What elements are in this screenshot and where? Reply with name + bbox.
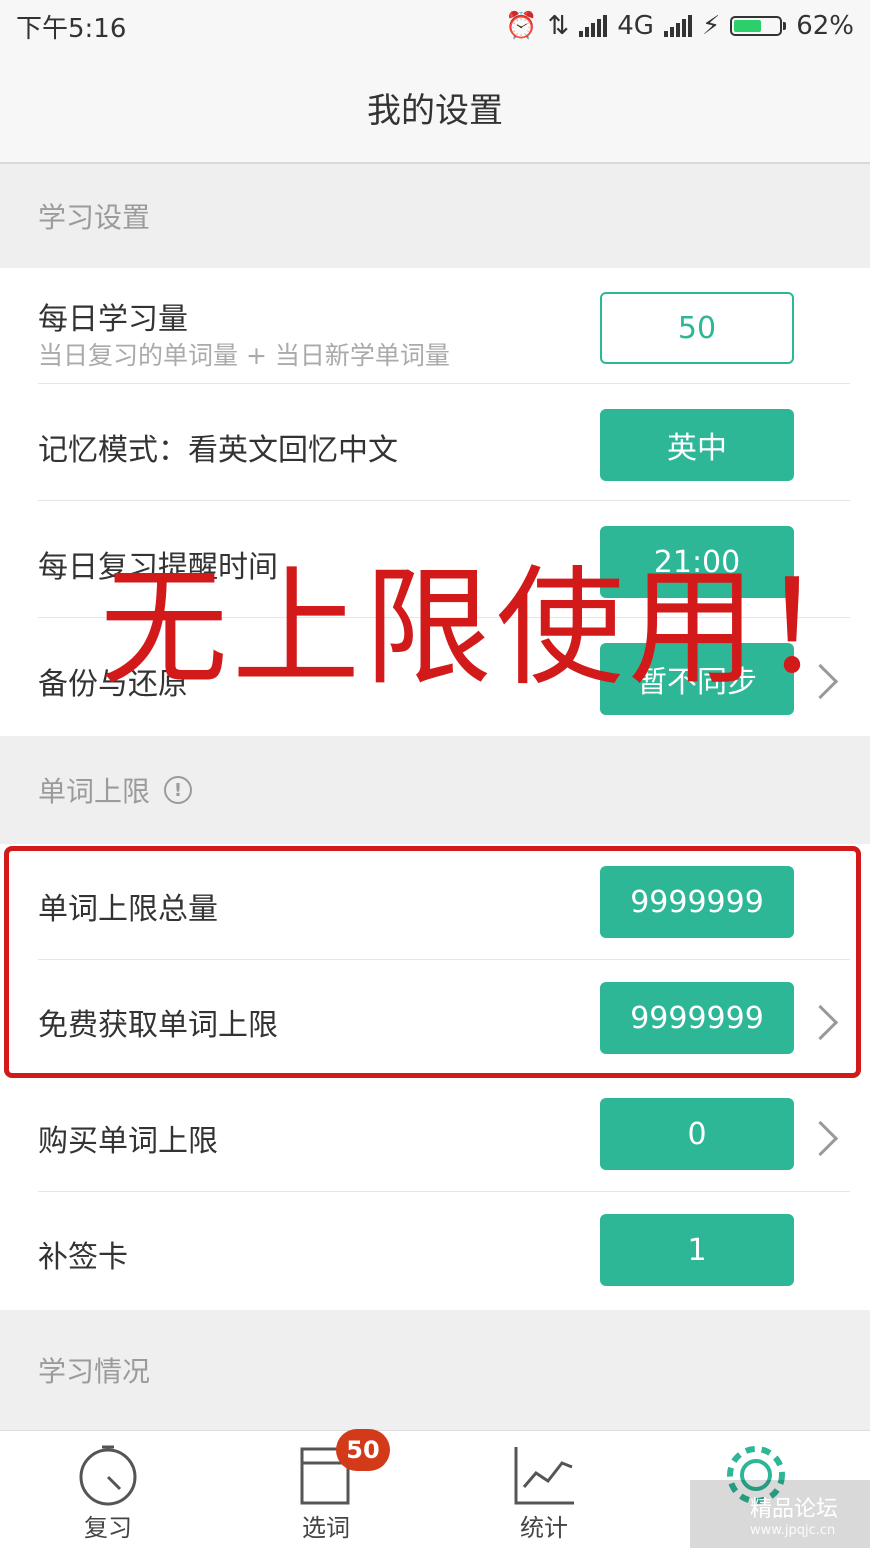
- tab-select-words[interactable]: 50 选词: [256, 1429, 396, 1549]
- limit-buy-label: 购买单词上限: [38, 1124, 218, 1159]
- daily-amount-input[interactable]: 50: [600, 292, 794, 364]
- section-title-study-status: 学习情况: [38, 1355, 151, 1388]
- chart-line-icon: [514, 1447, 574, 1505]
- signal-icon-2: [663, 15, 692, 37]
- tab-label: 统计: [520, 1514, 568, 1542]
- divider: [38, 383, 850, 384]
- row-memory-mode[interactable]: 记忆模式：看英文回忆中文 英中: [0, 385, 870, 501]
- row-makeup-card[interactable]: 补签卡 1: [0, 1192, 870, 1308]
- daily-amount-label: 每日学习量: [38, 302, 188, 337]
- watermark-text: 精品论坛: [750, 1496, 839, 1522]
- section-title-word-limit: 单词上限: [38, 775, 151, 808]
- signal-icon: [579, 15, 608, 37]
- row-limit-buy[interactable]: 购买单词上限 0: [0, 1076, 870, 1192]
- watermark-url: www.jpqjc.cn: [750, 1522, 836, 1538]
- highlight-box: [4, 846, 861, 1078]
- battery-icon: [730, 16, 787, 36]
- data-transfer-icon: ⇅: [547, 11, 570, 41]
- memory-mode-button[interactable]: 英中: [600, 409, 794, 481]
- memory-mode-label: 记忆模式：看英文回忆中文: [38, 433, 398, 468]
- section-title-study: 学习设置: [38, 201, 151, 234]
- section-header-study: 学习设置: [0, 164, 870, 268]
- chevron-right-icon[interactable]: [802, 1120, 839, 1157]
- badge-count: 50: [336, 1429, 390, 1471]
- info-icon[interactable]: !: [164, 776, 193, 804]
- title-bar: 我的设置: [0, 52, 870, 164]
- daily-amount-sublabel: 当日复习的单词量 + 当日新学单词量: [38, 341, 450, 370]
- section-header-study-status: 学习情况: [0, 1310, 870, 1430]
- makeup-card-button[interactable]: 1: [600, 1214, 794, 1286]
- tab-statistics[interactable]: 统计: [474, 1431, 614, 1549]
- tab-review[interactable]: 复习: [38, 1431, 178, 1549]
- watermark: 精品论坛 www.jpqjc.cn: [690, 1480, 870, 1548]
- divider: [38, 500, 850, 501]
- page-title: 我的设置: [367, 90, 503, 131]
- timer-icon: [79, 1445, 137, 1506]
- status-bar: 下午5:16 ⏰ ⇅ 4G ⚡ 62%: [0, 0, 870, 52]
- network-type: 4G: [617, 11, 654, 41]
- charging-icon: ⚡: [701, 11, 721, 41]
- status-time: 下午5:16: [16, 13, 127, 44]
- row-daily-amount[interactable]: 每日学习量 当日复习的单词量 + 当日新学单词量 50: [0, 268, 870, 384]
- status-icons: ⏰ ⇅ 4G ⚡ 62%: [505, 11, 854, 41]
- alarm-icon: ⏰: [505, 11, 538, 41]
- makeup-card-label: 补签卡: [38, 1240, 128, 1275]
- section-header-word-limit: 单词上限 !: [0, 736, 870, 844]
- tab-label: 选词: [302, 1514, 350, 1542]
- limit-buy-button[interactable]: 0: [600, 1098, 794, 1170]
- battery-percent: 62%: [796, 11, 854, 41]
- tab-label: 复习: [84, 1514, 132, 1542]
- overlay-caption: 无上限使用！: [100, 554, 870, 703]
